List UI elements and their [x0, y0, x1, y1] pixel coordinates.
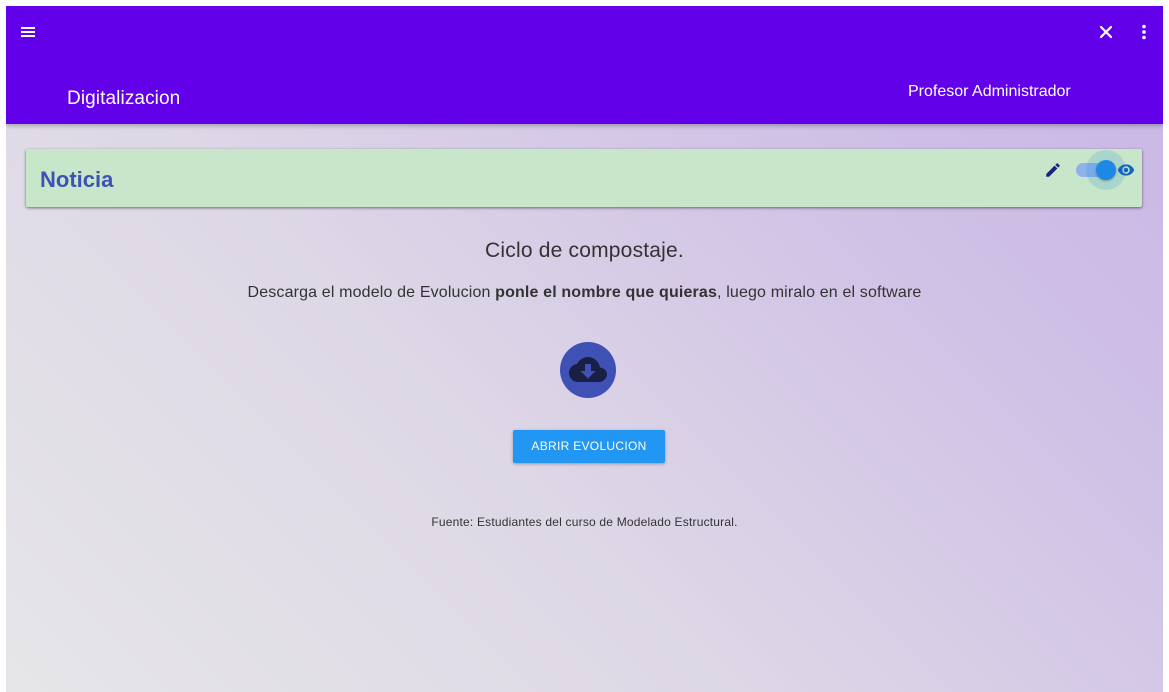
edit-button[interactable] [1042, 159, 1064, 181]
download-button[interactable] [560, 342, 616, 398]
description-prefix: Descarga el modelo de Evolucion [247, 284, 496, 301]
news-header-card: Noticia [26, 149, 1142, 207]
cloud-download-icon [569, 357, 607, 382]
more-options-button[interactable] [1134, 18, 1154, 46]
close-button[interactable] [1094, 18, 1118, 46]
close-icon [1099, 25, 1113, 39]
edit-icon [1046, 163, 1060, 177]
app-bar: Digitalizacion Profesor Administrador [6, 6, 1163, 124]
news-title: Noticia [40, 167, 114, 192]
user-name[interactable]: Profesor Administrador [908, 82, 1071, 102]
page: Digitalizacion Profesor Administrador No… [6, 6, 1163, 692]
menu-icon [21, 27, 35, 37]
app-title: Digitalizacion [67, 88, 181, 109]
more-vert-icon [1142, 24, 1146, 40]
view-button[interactable] [1115, 159, 1137, 181]
toggle-thumb [1096, 160, 1116, 180]
content-title: Ciclo de compostaje. [485, 239, 684, 262]
visibility-toggle[interactable] [1072, 150, 1126, 190]
description: Descarga el modelo de Evolucion ponle el… [6, 282, 1163, 304]
menu-button[interactable] [14, 18, 42, 46]
source-note: Fuente: Estudiantes del curso de Modelad… [431, 515, 738, 529]
description-bold: ponle el nombre que quieras [495, 284, 718, 301]
open-evolucion-button[interactable]: ABRIR EVOLUCION [513, 430, 665, 463]
description-suffix: , luego miralo en el software [717, 284, 922, 301]
visibility-icon [1117, 164, 1135, 176]
